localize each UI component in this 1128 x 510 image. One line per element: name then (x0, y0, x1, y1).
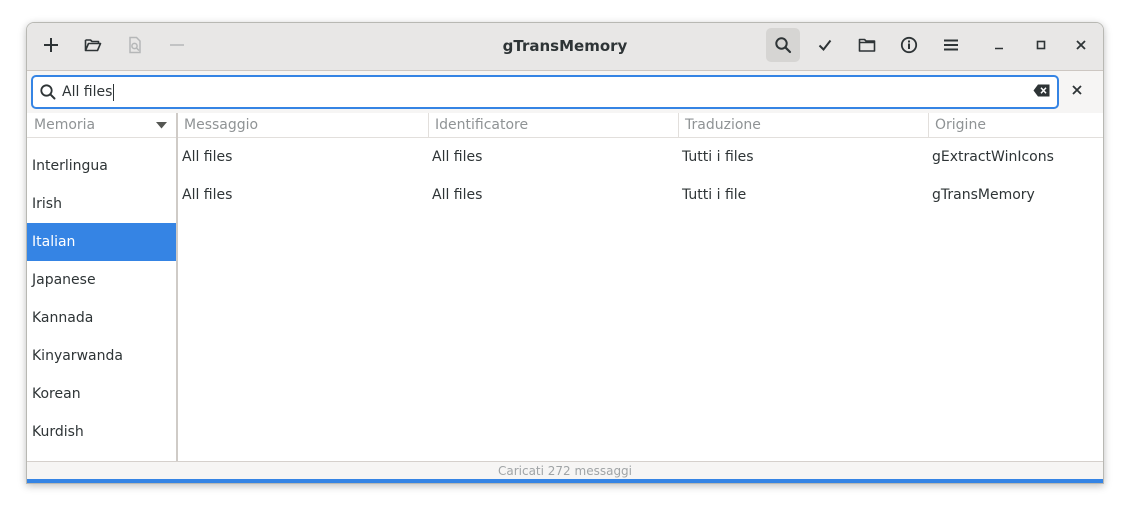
table-body: All files All files Tutti i files gExtractW… (178, 138, 1103, 214)
find-document-button[interactable] (118, 28, 152, 62)
validate-button[interactable] (808, 28, 842, 62)
language-item[interactable]: Italian (27, 223, 176, 261)
memory-dropdown-label: Memoria (34, 117, 96, 133)
info-icon (900, 36, 918, 54)
app-window: gTransMemory All files Memoria Interling… (26, 22, 1104, 484)
table-cell: gExtractWinIcons (932, 149, 1054, 165)
open-button[interactable] (76, 28, 110, 62)
checkmark-icon (818, 39, 832, 52)
folder-icon (858, 38, 876, 52)
status-bar: Caricati 272 messaggi (27, 461, 1103, 480)
remove-icon (170, 44, 184, 46)
language-item[interactable]: Japanese (27, 261, 176, 299)
search-icon (775, 37, 792, 54)
minimize-icon (995, 47, 1003, 50)
maximize-button[interactable] (1024, 28, 1058, 62)
add-icon (44, 38, 58, 52)
language-item[interactable]: Irish (27, 185, 176, 223)
table-cell: All files (182, 149, 233, 165)
language-item[interactable]: Interlingua (27, 147, 176, 185)
language-item[interactable]: Kannada (27, 299, 176, 337)
memory-dropdown[interactable]: Memoria (27, 113, 176, 138)
progress-bar (27, 479, 1103, 483)
minimize-button[interactable] (982, 28, 1016, 62)
column-header[interactable]: Traduzione (678, 113, 928, 137)
clear-text-icon[interactable] (1033, 84, 1050, 97)
search-icon (40, 84, 56, 100)
table-cell: Tutti i files (682, 149, 754, 165)
table-cell: All files (432, 149, 483, 165)
text-cursor (113, 83, 115, 101)
table-cell: All files (432, 187, 483, 203)
column-header[interactable]: Origine (928, 113, 1103, 137)
search-bar: All files (27, 71, 1103, 114)
language-list: Interlingua Irish Italian Japanese Kannada Ki… (27, 147, 176, 451)
remove-button[interactable] (160, 28, 194, 62)
menu-icon (944, 39, 958, 51)
table-header: Messaggio Identificatore Traduzione Origine (178, 113, 1103, 138)
status-text: Caricati 272 messaggi (497, 464, 633, 478)
language-item[interactable]: Kurdish (27, 413, 176, 451)
table-cell: Tutti i file (682, 187, 747, 203)
table-row[interactable]: All files All files Tutti i files gExtractW… (178, 138, 1103, 176)
column-header[interactable]: Identificatore (428, 113, 678, 137)
memory-sidebar: Memoria Interlingua Irish Italian Japanese K… (27, 113, 178, 461)
folder-button[interactable] (850, 28, 884, 62)
close-icon (1076, 40, 1086, 50)
info-button[interactable] (892, 28, 926, 62)
search-input[interactable]: All files (31, 75, 1059, 109)
dropdown-arrow-icon (156, 122, 167, 129)
language-item[interactable]: Korean (27, 375, 176, 413)
table-cell: All files (182, 187, 233, 203)
messages-table: Messaggio Identificatore Traduzione Origine… (178, 113, 1103, 461)
search-value: All files (62, 84, 113, 100)
maximize-icon (1036, 40, 1046, 50)
language-item[interactable]: Kinyarwanda (27, 337, 176, 375)
column-header[interactable]: Messaggio (178, 113, 427, 137)
open-folder-icon (84, 39, 102, 52)
search-toggle-button[interactable] (766, 28, 800, 62)
headerbar: gTransMemory (27, 23, 1103, 71)
close-icon[interactable] (1071, 84, 1083, 96)
table-row[interactable]: All files All files Tutti i file gTransMemo… (178, 176, 1103, 214)
add-button[interactable] (34, 28, 68, 62)
document-search-icon (129, 36, 141, 54)
close-window-button[interactable] (1064, 28, 1098, 62)
main-menu-button[interactable] (934, 28, 968, 62)
table-cell: gTransMemory (932, 187, 1035, 203)
